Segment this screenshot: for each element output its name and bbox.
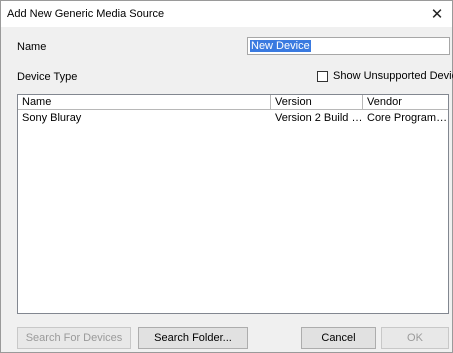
- cancel-button[interactable]: Cancel: [301, 327, 376, 349]
- search-folder-button[interactable]: Search Folder...: [138, 327, 248, 349]
- search-for-devices-button[interactable]: Search For Devices: [17, 327, 131, 349]
- row-vendor: Core Programmi...: [367, 112, 449, 124]
- device-type-label: Device Type: [17, 71, 78, 83]
- show-unsupported-checkbox[interactable]: [317, 70, 328, 82]
- name-label: Name: [17, 41, 47, 53]
- show-unsupported-label: Show Unsupported Devices: [333, 70, 453, 82]
- title-bar: Add New Generic Media Source ✕: [1, 1, 452, 27]
- name-input-selected-text: New Device: [250, 40, 311, 52]
- column-header-name[interactable]: Name: [18, 95, 271, 110]
- ok-button[interactable]: OK: [381, 327, 449, 349]
- device-list[interactable]: Name Version Vendor Sony Bluray Version …: [17, 94, 449, 314]
- window-title: Add New Generic Media Source: [7, 8, 165, 20]
- column-header-vendor[interactable]: Vendor: [363, 95, 448, 110]
- list-header: Name Version Vendor: [18, 95, 448, 110]
- show-unsupported-toggle[interactable]: Show Unsupported Devices: [317, 70, 453, 82]
- row-version: Version 2 Build 2.0.1: [275, 112, 363, 124]
- close-icon[interactable]: ✕: [422, 1, 452, 27]
- row-name: Sony Bluray: [22, 112, 82, 124]
- column-header-version[interactable]: Version: [271, 95, 363, 110]
- name-input[interactable]: New Device: [247, 37, 450, 55]
- list-row[interactable]: Sony Bluray Version 2 Build 2.0.1 Core P…: [18, 111, 448, 126]
- dialog-window: Add New Generic Media Source ✕ Name New …: [0, 0, 453, 353]
